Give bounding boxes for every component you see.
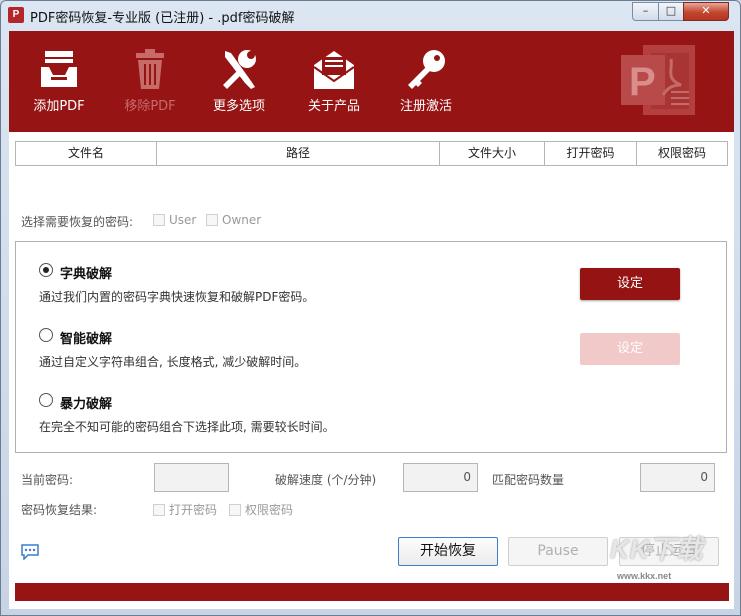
result-open-password-checkbox[interactable]: 打开密码 xyxy=(153,501,217,518)
more-options-label: 更多选项 xyxy=(212,99,265,114)
smart-title: 智能破解 xyxy=(60,332,113,347)
column-open-password[interactable]: 打开密码 xyxy=(545,142,637,165)
start-recovery-button[interactable]: 开始恢复 xyxy=(398,537,498,566)
result-open-password-box[interactable] xyxy=(153,504,165,516)
column-permission-password[interactable]: 权限密码 xyxy=(637,142,727,165)
pdf-logo-icon: P xyxy=(621,45,701,122)
match-count-field: 0 xyxy=(640,463,715,492)
user-checkbox-label: User xyxy=(169,213,197,227)
user-checkbox[interactable]: User xyxy=(153,213,196,227)
register-activate-label: 注册激活 xyxy=(399,99,452,114)
window-title: PDF密码恢复-专业版 (已注册) - .pdf密码破解 xyxy=(30,11,295,26)
app-window: P PDF密码恢复-专业版 (已注册) - .pdf密码破解 – □ ✕ 添加P… xyxy=(0,0,741,616)
owner-checkbox-box[interactable] xyxy=(206,214,218,226)
progress-bar xyxy=(15,583,729,601)
toolbar: 添加PDF 移除PDF 更多选项 关于产品 注册激活 P xyxy=(9,31,734,132)
minimize-button[interactable]: – xyxy=(632,2,659,21)
file-table-header: 文件名 路径 文件大小 打开密码 权限密码 xyxy=(15,141,728,166)
watermark-logo: KK下载 xyxy=(610,534,704,564)
match-count-label: 匹配密码数量 xyxy=(492,473,565,487)
brute-force-radio[interactable] xyxy=(39,393,53,407)
dictionary-radio[interactable] xyxy=(39,263,53,277)
dictionary-desc: 通过我们内置的密码字典快速恢复和破解PDF密码。 xyxy=(39,290,315,304)
app-pdf-icon: P xyxy=(8,7,24,23)
user-checkbox-box[interactable] xyxy=(153,214,165,226)
maximize-button[interactable]: □ xyxy=(658,2,684,21)
result-permission-password-box[interactable] xyxy=(229,504,241,516)
client-area: 添加PDF 移除PDF 更多选项 关于产品 注册激活 P 文件名 路径 文件大小… xyxy=(9,31,734,609)
trash-icon xyxy=(136,49,164,89)
result-permission-password-label: 权限密码 xyxy=(245,503,294,517)
brute-force-title: 暴力破解 xyxy=(60,397,113,412)
about-product-button[interactable]: 关于产品 xyxy=(294,47,374,114)
dictionary-settings-button[interactable]: 设定 xyxy=(580,268,680,300)
pause-button[interactable]: Pause xyxy=(508,537,608,566)
tools-icon xyxy=(223,50,256,89)
attack-mode-panel: 字典破解 通过我们内置的密码字典快速恢复和破解PDF密码。 设定 智能破解 通过… xyxy=(15,241,727,453)
remove-pdf-button[interactable]: 移除PDF xyxy=(110,47,190,114)
password-type-label: 选择需要恢复的密码: xyxy=(21,215,134,229)
column-filename[interactable]: 文件名 xyxy=(16,142,157,165)
speed-label: 破解速度 (个/分钟) xyxy=(275,473,377,487)
owner-checkbox[interactable]: Owner xyxy=(206,213,261,227)
owner-checkbox-label: Owner xyxy=(222,213,262,227)
smart-radio[interactable] xyxy=(39,328,53,342)
result-label: 密码恢复结果: xyxy=(21,503,98,517)
about-product-label: 关于产品 xyxy=(307,99,360,114)
column-filesize[interactable]: 文件大小 xyxy=(440,142,545,165)
chat-icon[interactable] xyxy=(21,544,39,563)
close-button[interactable]: ✕ xyxy=(683,2,729,21)
smart-settings-button[interactable]: 设定 xyxy=(580,333,680,365)
result-open-password-label: 打开密码 xyxy=(169,503,218,517)
pdf-logo-letter: P xyxy=(629,60,656,104)
envelope-icon xyxy=(313,51,355,89)
brute-force-desc: 在完全不知可能的密码组合下选择此项, 需要较长时间。 xyxy=(39,420,335,434)
remove-pdf-label: 移除PDF xyxy=(124,99,176,114)
result-permission-password-checkbox[interactable]: 权限密码 xyxy=(229,501,293,518)
key-icon xyxy=(408,50,445,89)
smart-desc: 通过自定义字符串组合, 长度格式, 减少破解时间。 xyxy=(39,355,307,369)
add-pdf-label: 添加PDF xyxy=(33,99,85,114)
column-path[interactable]: 路径 xyxy=(157,142,440,165)
current-password-field xyxy=(154,463,229,492)
watermark-url: www.kkx.net xyxy=(617,571,672,581)
more-options-button[interactable]: 更多选项 xyxy=(199,47,279,114)
speed-field: 0 xyxy=(403,463,478,492)
current-password-label: 当前密码: xyxy=(21,473,74,487)
dictionary-title: 字典破解 xyxy=(60,267,113,282)
register-activate-button[interactable]: 注册激活 xyxy=(386,47,466,114)
inbox-tray-icon xyxy=(41,51,77,87)
add-pdf-button[interactable]: 添加PDF xyxy=(19,47,99,114)
title-bar[interactable]: P PDF密码恢复-专业版 (已注册) - .pdf密码破解 – □ ✕ xyxy=(1,1,740,31)
